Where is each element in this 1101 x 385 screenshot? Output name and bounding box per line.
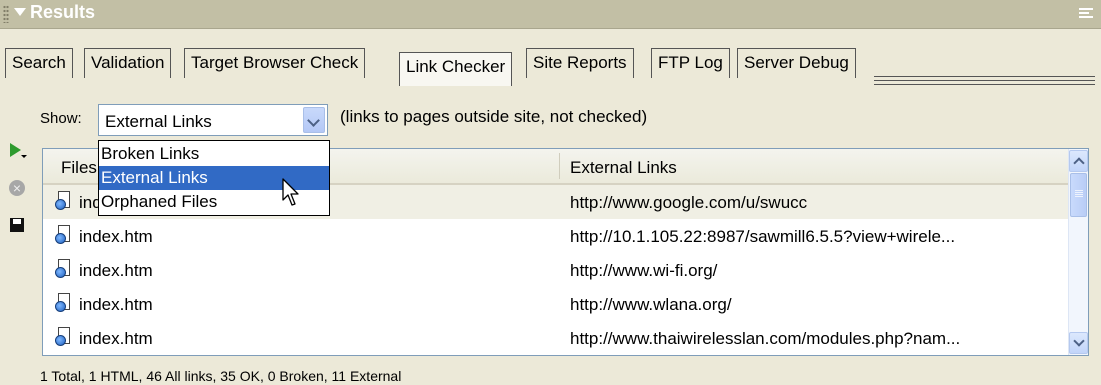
option-broken-links[interactable]: Broken Links — [99, 142, 329, 166]
html-file-icon — [55, 293, 71, 313]
tab-strip-line — [874, 76, 1095, 77]
html-file-icon — [55, 327, 71, 347]
vertical-scrollbar[interactable] — [1068, 149, 1088, 355]
tab-ftp-log[interactable]: FTP Log — [651, 48, 730, 78]
table-row[interactable]: index.htm http://www.wlana.org/ — [43, 287, 1070, 321]
tab-strip-line — [874, 84, 1095, 85]
panel-titlebar[interactable]: Results — [0, 0, 1101, 29]
save-icon[interactable] — [8, 216, 28, 236]
tab-validation[interactable]: Validation — [84, 48, 172, 78]
show-select-value: External Links — [105, 112, 212, 131]
panel-title: Results — [30, 2, 96, 22]
html-file-icon — [55, 191, 71, 211]
column-header-files[interactable]: Files — [61, 158, 97, 178]
tab-target-browser-check[interactable]: Target Browser Check — [184, 48, 366, 78]
html-file-icon — [55, 225, 71, 245]
status-bar-text: 1 Total, 1 HTML, 46 All links, 35 OK, 0 … — [40, 368, 402, 384]
tab-search[interactable]: Search — [5, 48, 73, 78]
file-cell: index.htm — [79, 227, 153, 246]
link-cell: http://www.wi-fi.org/ — [570, 261, 718, 280]
table-row[interactable]: index.htm http://www.wi-fi.org/ — [43, 253, 1070, 287]
file-cell: index.htm — [79, 295, 153, 314]
html-file-icon — [55, 259, 71, 279]
chevron-down-icon[interactable] — [303, 107, 325, 133]
collapse-arrow-icon[interactable] — [14, 8, 26, 16]
file-cell: index.htm — [79, 329, 153, 348]
scroll-up-icon[interactable] — [1069, 150, 1088, 172]
table-row[interactable]: index.htm http://10.1.105.22:8987/sawmil… — [43, 219, 1070, 253]
scroll-thumb[interactable] — [1070, 173, 1087, 217]
scroll-down-icon[interactable] — [1069, 332, 1088, 354]
column-header-external-links[interactable]: External Links — [570, 158, 677, 178]
options-menu-icon[interactable] — [1079, 6, 1093, 22]
link-cell: http://www.wlana.org/ — [570, 295, 732, 314]
tab-server-debug[interactable]: Server Debug — [737, 48, 856, 78]
link-cell: http://www.thaiwirelesslan.com/modules.p… — [570, 329, 961, 348]
show-label: Show: — [40, 110, 82, 127]
show-description: (links to pages outside site, not checke… — [340, 107, 648, 126]
tab-strip: Search Validation Target Browser Check L… — [0, 28, 1101, 88]
tab-site-reports[interactable]: Site Reports — [526, 48, 634, 78]
stop-icon[interactable] — [8, 180, 28, 200]
link-cell: http://10.1.105.22:8987/sawmill6.5.5?vie… — [570, 227, 956, 246]
column-divider[interactable] — [559, 153, 560, 179]
table-row[interactable]: index.htm http://www.thaiwirelesslan.com… — [43, 321, 1070, 355]
link-cell: http://www.google.com/u/swucc — [570, 193, 808, 212]
tab-strip-line — [874, 80, 1095, 81]
tab-link-checker[interactable]: Link Checker — [399, 52, 513, 86]
mouse-pointer-icon — [282, 178, 299, 206]
gripper-icon[interactable] — [3, 5, 9, 23]
file-cell: index.htm — [79, 261, 153, 280]
show-select[interactable]: External Links — [98, 104, 328, 136]
play-icon[interactable] — [8, 140, 28, 160]
